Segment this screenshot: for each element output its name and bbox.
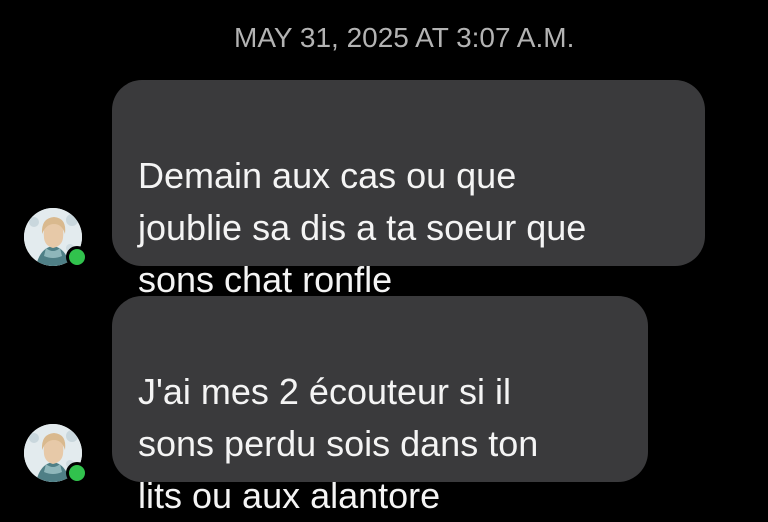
message-text-2: J'ai mes 2 écouteur si il sons perdu soi… — [138, 371, 539, 516]
sender-avatar-1[interactable] — [24, 208, 88, 268]
message-bubble-2[interactable]: J'ai mes 2 écouteur si il sons perdu soi… — [112, 296, 648, 516]
sender-avatar-2[interactable] — [24, 424, 88, 484]
online-dot-icon — [66, 246, 88, 268]
message-text-1: Demain aux cas ou que joublie sa dis a t… — [138, 155, 587, 300]
conversation-timestamp: MAY 31, 2025 AT 3:07 A.M. — [234, 22, 575, 53]
online-dot-icon — [66, 462, 88, 484]
message-bubble-1[interactable]: Demain aux cas ou que joublie sa dis a t… — [112, 80, 705, 300]
